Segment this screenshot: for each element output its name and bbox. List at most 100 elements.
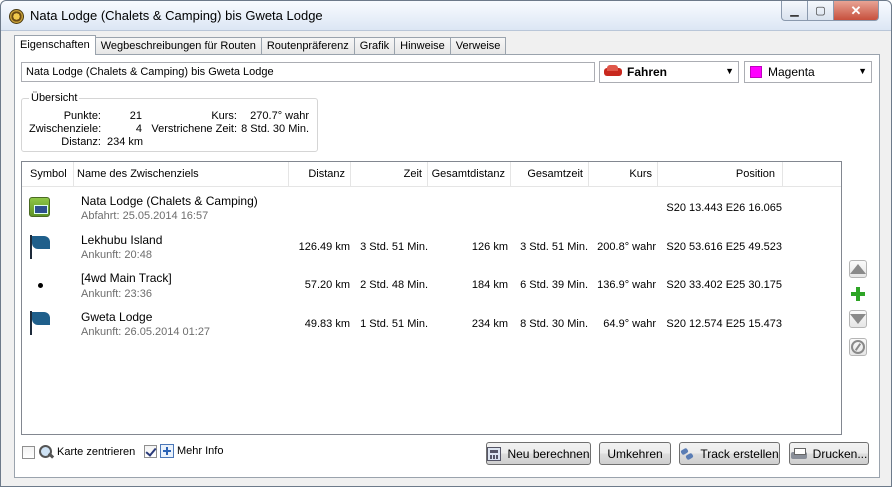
travel-mode-value: Fahren	[627, 65, 668, 79]
waypoint-gesamtzeit: 3 Std. 51 Min.	[520, 241, 588, 253]
more-info-option[interactable]: Mehr Info	[144, 444, 223, 458]
zwischenziele-value: 4	[135, 123, 142, 135]
tab-routenpraeferenz[interactable]: Routenpräferenz	[260, 37, 355, 55]
waypoint-gesamtzeit: 6 Std. 39 Min.	[520, 279, 588, 291]
waypoint-time: Ankunft: 20:48	[81, 249, 152, 261]
waypoint-name: Nata Lodge (Chalets & Camping)	[81, 194, 258, 208]
move-up-button[interactable]	[848, 259, 868, 279]
waypoint-kurs: 200.8° wahr	[597, 241, 656, 253]
waypoint-kurs: 64.9° wahr	[603, 318, 656, 330]
move-down-button[interactable]	[848, 309, 868, 329]
waypoint-kurs: 136.9° wahr	[597, 279, 656, 291]
compass-button[interactable]	[848, 337, 868, 357]
recalculate-button[interactable]: Neu berechnen	[486, 442, 591, 465]
col-zeit[interactable]: Zeit	[351, 162, 428, 187]
center-map-checkbox[interactable]	[22, 445, 35, 459]
punkte-label: Punkte:	[63, 110, 101, 122]
more-info-label: Mehr Info	[177, 445, 224, 457]
waypoint-position: S20 53.616 E25 49.523	[666, 241, 782, 253]
maximize-button[interactable]: ▢	[807, 1, 834, 21]
center-map-option[interactable]: Karte zentrieren	[22, 444, 135, 460]
table-row[interactable]: Lekhubu Island Ankunft: 20:48 126.49 km …	[22, 232, 841, 271]
minimize-button[interactable]: ▁	[781, 1, 808, 21]
close-button[interactable]: ✕	[833, 1, 879, 21]
zwischenziele-label: Zwischenziele:	[29, 123, 102, 135]
track-icon	[680, 447, 694, 461]
waypoint-distanz: 57.20 km	[304, 279, 350, 291]
elapsed-time-label: Verstrichene Zeit:	[151, 123, 237, 135]
more-info-checkbox[interactable]	[144, 444, 157, 458]
elapsed-time-value: 8 Std. 30 Min.	[241, 123, 309, 135]
print-button[interactable]: Drucken...	[789, 442, 869, 465]
waypoint-time: Ankunft: 26.05.2014 01:27	[81, 326, 211, 338]
waypoint-gesamtdistanz: 234 km	[471, 318, 508, 330]
tab-wegbeschreibungen[interactable]: Wegbeschreibungen für Routen	[94, 37, 262, 55]
route-color-value: Magenta	[768, 65, 815, 79]
tab-hinweise[interactable]: Hinweise	[394, 37, 451, 55]
tab-verweise[interactable]: Verweise	[449, 37, 507, 55]
distanz-label: Distanz:	[61, 136, 101, 148]
tab-grafik[interactable]: Grafik	[353, 37, 396, 55]
add-icon	[851, 287, 865, 301]
waypoint-position: S20 12.574 E25 15.473	[666, 318, 782, 330]
overview-legend: Übersicht	[29, 92, 80, 104]
arrow-up-icon	[850, 264, 866, 274]
route-color-select[interactable]: Magenta ▼	[744, 61, 872, 83]
table-header: Symbol Name des Zwischenziels Distanz Ze…	[22, 162, 841, 187]
route-name-input[interactable]: Nata Lodge (Chalets & Camping) bis Gweta…	[21, 62, 595, 82]
reverse-button[interactable]: Umkehren	[599, 442, 671, 465]
window-title: Nata Lodge (Chalets & Camping) bis Gweta…	[30, 8, 323, 23]
waypoint-distanz: 126.49 km	[298, 241, 350, 253]
printer-icon	[790, 447, 807, 461]
waypoint-gesamtdistanz: 126 km	[471, 241, 508, 253]
waypoint-time: Abfahrt: 25.05.2014 16:57	[81, 210, 209, 222]
tab-eigenschaften[interactable]: Eigenschaften	[14, 35, 96, 55]
add-waypoint-button[interactable]	[848, 284, 868, 304]
waypoint-name: [4wd Main Track]	[81, 271, 172, 285]
col-position[interactable]: Position	[658, 162, 783, 187]
car-icon	[603, 65, 623, 79]
waypoint-zeit: 1 Std. 51 Min.	[360, 318, 428, 330]
create-track-label: Track erstellen	[700, 446, 779, 461]
kurs-label: Kurs:	[211, 110, 237, 122]
table-row[interactable]: Nata Lodge (Chalets & Camping) Abfahrt: …	[22, 192, 841, 231]
calculator-icon	[487, 446, 502, 461]
waypoint-position: S20 13.443 E26 16.065	[666, 202, 782, 214]
waypoint-gesamtzeit: 8 Std. 30 Min.	[520, 318, 588, 330]
waypoint-zeit: 3 Std. 51 Min.	[360, 241, 428, 253]
title-bar[interactable]: Nata Lodge (Chalets & Camping) bis Gweta…	[1, 1, 891, 31]
col-distanz[interactable]: Distanz	[289, 162, 351, 187]
reverse-label: Umkehren	[607, 446, 663, 461]
table-row[interactable]: Gweta Lodge Ankunft: 26.05.2014 01:27 49…	[22, 310, 841, 349]
travel-mode-select[interactable]: Fahren ▼	[599, 61, 739, 83]
waypoint-distanz: 49.83 km	[304, 318, 350, 330]
arrow-down-icon	[850, 314, 866, 324]
route-properties-window: Nata Lodge (Chalets & Camping) bis Gweta…	[0, 0, 892, 487]
create-track-button[interactable]: Track erstellen	[679, 442, 780, 465]
compass-icon	[851, 340, 865, 354]
waypoint-table[interactable]: Symbol Name des Zwischenziels Distanz Ze…	[21, 161, 842, 435]
punkte-value: 21	[129, 110, 142, 122]
distanz-value: 234 km	[107, 136, 144, 148]
info-plus-icon	[160, 444, 174, 458]
col-symbol[interactable]: Symbol	[22, 162, 74, 187]
kurs-value: 270.7° wahr	[250, 110, 309, 122]
print-label: Drucken...	[812, 446, 868, 461]
col-kurs[interactable]: Kurs	[589, 162, 658, 187]
table-row[interactable]: [4wd Main Track] Ankunft: 23:36 57.20 km…	[22, 271, 841, 310]
color-swatch	[750, 66, 762, 78]
app-icon	[9, 9, 24, 24]
col-gesamtzeit[interactable]: Gesamtzeit	[511, 162, 589, 187]
waypoint-zeit: 2 Std. 48 Min.	[360, 279, 428, 291]
waypoint-gesamtdistanz: 184 km	[471, 279, 508, 291]
col-name[interactable]: Name des Zwischenziels	[74, 162, 289, 187]
waypoint-position: S20 33.402 E25 30.175	[666, 279, 782, 291]
chevron-down-icon: ▼	[858, 66, 867, 76]
chevron-down-icon: ▼	[725, 66, 734, 76]
tab-strip: Eigenschaften Wegbeschreibungen für Rout…	[14, 35, 507, 55]
waypoint-name: Gweta Lodge	[81, 310, 153, 324]
col-gesamtdistanz[interactable]: Gesamtdistanz	[428, 162, 511, 187]
col-filler	[783, 162, 841, 187]
recalculate-label: Neu berechnen	[507, 446, 590, 461]
magnifier-icon	[38, 444, 54, 460]
